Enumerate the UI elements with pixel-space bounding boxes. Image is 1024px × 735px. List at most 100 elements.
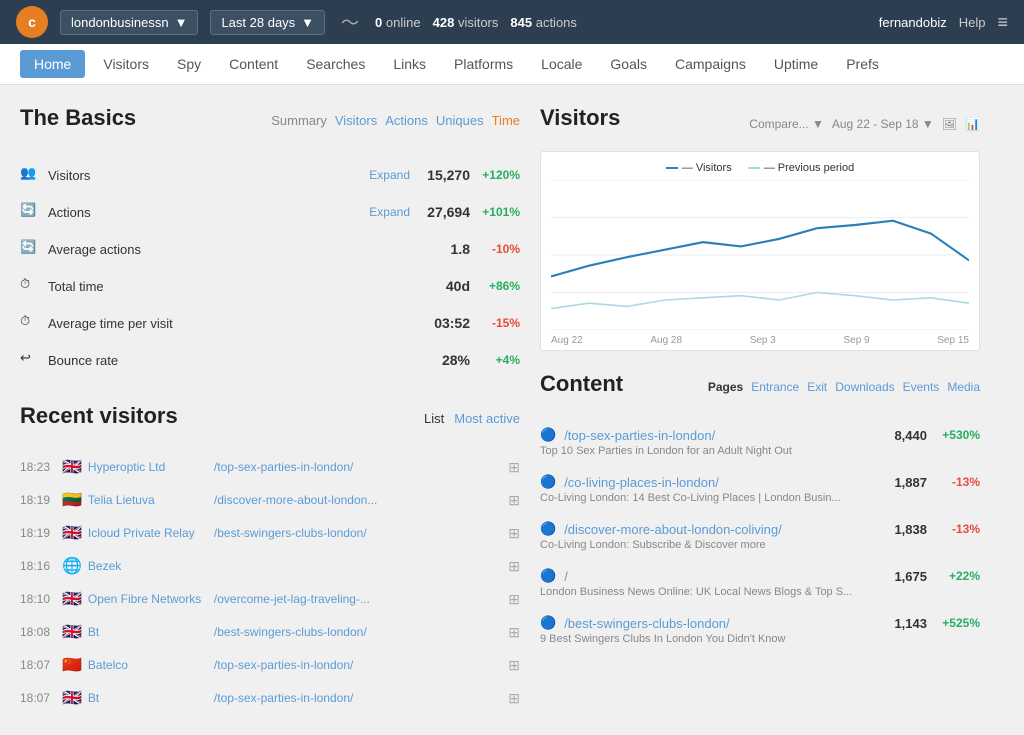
visitor-time: 18:07 bbox=[20, 691, 56, 705]
chart-type-icon[interactable]: 📊 bbox=[965, 117, 980, 131]
chart-x-labels: Aug 22 Aug 28 Sep 3 Sep 9 Sep 15 bbox=[551, 335, 969, 346]
basics-tab-visitors[interactable]: Visitors bbox=[335, 113, 377, 128]
header-right: fernandobiz Help ≡ bbox=[879, 12, 1008, 33]
content-tab-exit[interactable]: Exit bbox=[807, 380, 827, 394]
dropdown-arrow-icon: ▼ bbox=[175, 15, 188, 30]
content-count: 1,838 bbox=[882, 522, 927, 537]
copy-icon[interactable]: ⊞ bbox=[508, 657, 520, 674]
basics-tabs: Summary Visitors Actions Uniques Time bbox=[271, 113, 520, 128]
visitor-url[interactable]: /overcome-jet-lag-traveling-... bbox=[214, 592, 502, 606]
content-header: Content Pages Entrance Exit Downloads Ev… bbox=[540, 371, 980, 409]
recent-tabs: List Most active bbox=[424, 411, 520, 426]
metric-change: +101% bbox=[470, 205, 520, 219]
content-tab-downloads[interactable]: Downloads bbox=[835, 380, 894, 394]
nav-item-home[interactable]: Home bbox=[20, 50, 85, 78]
content-item: 🔵 /best-swingers-clubs-london/ 1,143 +52… bbox=[540, 607, 980, 654]
nav-item-platforms[interactable]: Platforms bbox=[440, 46, 527, 82]
recent-tab-most-active[interactable]: Most active bbox=[454, 411, 520, 426]
content-item-row: 🔵 /top-sex-parties-in-london/ 8,440 +530… bbox=[540, 427, 980, 443]
nav-item-locale[interactable]: Locale bbox=[527, 46, 596, 82]
visitors-chart-title: Visitors bbox=[540, 105, 749, 131]
visitor-name[interactable]: Hyperoptic Ltd bbox=[88, 460, 208, 474]
avg-actions-icon: 🔄 bbox=[20, 239, 40, 259]
content-url[interactable]: / bbox=[564, 569, 874, 584]
content-tab-media[interactable]: Media bbox=[947, 380, 980, 394]
site-selector[interactable]: londonbusinessn ▼ bbox=[60, 10, 198, 35]
content-tab-pages[interactable]: Pages bbox=[708, 380, 743, 394]
expand-button[interactable]: Expand bbox=[369, 205, 410, 219]
content-desc: Top 10 Sex Parties in London for an Adul… bbox=[540, 445, 980, 457]
visitor-name[interactable]: Icloud Private Relay bbox=[88, 526, 208, 540]
nav-item-searches[interactable]: Searches bbox=[292, 46, 379, 82]
nav-item-content[interactable]: Content bbox=[215, 46, 292, 82]
content-item-row: 🔵 /best-swingers-clubs-london/ 1,143 +52… bbox=[540, 615, 980, 631]
content-tab-events[interactable]: Events bbox=[903, 380, 940, 394]
help-link[interactable]: Help bbox=[959, 15, 986, 30]
visitors-chart: — Visitors — Previous period bbox=[540, 151, 980, 351]
nav-item-links[interactable]: Links bbox=[379, 46, 440, 82]
page-icon: 🔵 bbox=[540, 474, 556, 490]
visitor-name[interactable]: Telia Lietuva bbox=[88, 493, 208, 507]
visitor-url[interactable]: /top-sex-parties-in-london/ bbox=[214, 691, 502, 705]
content-url[interactable]: /best-swingers-clubs-london/ bbox=[564, 616, 874, 631]
content-tabs: Pages Entrance Exit Downloads Events Med… bbox=[708, 380, 980, 394]
nav-item-spy[interactable]: Spy bbox=[163, 46, 215, 82]
visitor-url[interactable]: /best-swingers-clubs-london/ bbox=[214, 526, 502, 540]
nav-item-prefs[interactable]: Prefs bbox=[832, 46, 893, 82]
basics-tab-actions[interactable]: Actions bbox=[385, 113, 428, 128]
visitor-name[interactable]: Open Fibre Networks bbox=[88, 592, 208, 606]
copy-icon[interactable]: ⊞ bbox=[508, 624, 520, 641]
content-tab-entrance[interactable]: Entrance bbox=[751, 380, 799, 394]
nav-bar: Home Visitors Spy Content Searches Links… bbox=[0, 44, 1024, 85]
metric-row: ↩ Bounce rate 28% +4% bbox=[20, 342, 520, 379]
content-item: 🔵 /co-living-places-in-london/ 1,887 -13… bbox=[540, 466, 980, 513]
metric-change: -10% bbox=[470, 242, 520, 256]
visitor-url[interactable]: /discover-more-about-london... bbox=[214, 493, 502, 507]
visitor-row: 18:16 🌐 Bezek ⊞ bbox=[20, 550, 520, 583]
content-item-row: 🔵 /discover-more-about-london-coliving/ … bbox=[540, 521, 980, 537]
page-icon: 🔵 bbox=[540, 568, 556, 584]
visitor-row: 18:23 🇬🇧 Hyperoptic Ltd /top-sex-parties… bbox=[20, 451, 520, 484]
x-label: Sep 9 bbox=[843, 335, 869, 346]
visitor-name[interactable]: Bt bbox=[88, 625, 208, 639]
flag-icon: 🇬🇧 bbox=[62, 688, 82, 708]
metric-row: ⏱ Average time per visit 03:52 -15% bbox=[20, 305, 520, 342]
nav-item-uptime[interactable]: Uptime bbox=[760, 46, 832, 82]
expand-button[interactable]: Expand bbox=[369, 168, 410, 182]
copy-icon[interactable]: ⊞ bbox=[508, 591, 520, 608]
metric-row: ⏱ Total time 40d +86% bbox=[20, 268, 520, 305]
visitor-row: 18:19 🇬🇧 Icloud Private Relay /best-swin… bbox=[20, 517, 520, 550]
visitor-name[interactable]: Bt bbox=[88, 691, 208, 705]
nav-item-goals[interactable]: Goals bbox=[596, 46, 661, 82]
visitor-url[interactable]: /top-sex-parties-in-london/ bbox=[214, 658, 502, 672]
metric-value: 40d bbox=[410, 278, 470, 294]
date-range-display[interactable]: Aug 22 - Sep 18 ▼ bbox=[832, 117, 934, 131]
visitor-name[interactable]: Batelco bbox=[88, 658, 208, 672]
content-item: 🔵 /top-sex-parties-in-london/ 8,440 +530… bbox=[540, 419, 980, 466]
page-icon: 🔵 bbox=[540, 615, 556, 631]
visitor-name[interactable]: Bezek bbox=[88, 559, 208, 573]
nav-item-visitors[interactable]: Visitors bbox=[89, 46, 163, 82]
chart-toggle-icon[interactable]: 〜 bbox=[337, 9, 363, 35]
basics-tab-uniques[interactable]: Uniques bbox=[436, 113, 484, 128]
content-url[interactable]: /top-sex-parties-in-london/ bbox=[564, 428, 874, 443]
visitor-url[interactable]: /best-swingers-clubs-london/ bbox=[214, 625, 502, 639]
date-range-selector[interactable]: Last 28 days ▼ bbox=[210, 10, 325, 35]
content-url[interactable]: /co-living-places-in-london/ bbox=[564, 475, 874, 490]
copy-icon[interactable]: ⊞ bbox=[508, 525, 520, 542]
nav-item-campaigns[interactable]: Campaigns bbox=[661, 46, 760, 82]
legend-label-previous: — Previous period bbox=[764, 162, 855, 174]
copy-icon[interactable]: ⊞ bbox=[508, 492, 520, 509]
menu-icon[interactable]: ≡ bbox=[997, 12, 1008, 33]
visitor-url[interactable]: /top-sex-parties-in-london/ bbox=[214, 460, 502, 474]
export-icon[interactable]: 🖼 bbox=[942, 117, 957, 131]
copy-icon[interactable]: ⊞ bbox=[508, 690, 520, 707]
basics-tab-time[interactable]: Time bbox=[492, 113, 520, 128]
metric-value: 27,694 bbox=[410, 204, 470, 220]
compare-dropdown[interactable]: Compare... ▼ bbox=[749, 117, 824, 131]
content-url[interactable]: /discover-more-about-london-coliving/ bbox=[564, 522, 874, 537]
copy-icon[interactable]: ⊞ bbox=[508, 558, 520, 575]
left-column: The Basics Summary Visitors Actions Uniq… bbox=[20, 105, 520, 715]
x-label: Sep 15 bbox=[937, 335, 969, 346]
copy-icon[interactable]: ⊞ bbox=[508, 459, 520, 476]
